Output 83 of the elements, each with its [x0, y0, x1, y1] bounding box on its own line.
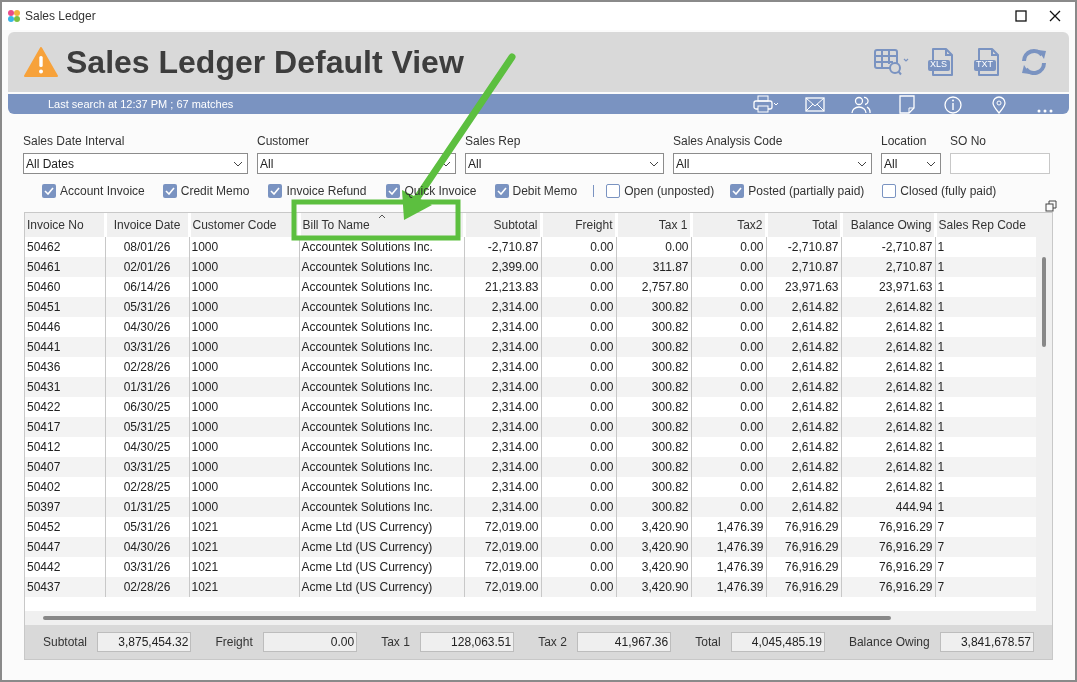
location-pin-icon[interactable] — [989, 94, 1009, 114]
check-icon — [496, 187, 507, 195]
table-cell: 76,916.29 — [766, 577, 841, 597]
app-logo-icon — [6, 8, 22, 24]
column-header[interactable]: Invoice Date — [105, 213, 189, 237]
info-icon[interactable] — [943, 94, 963, 114]
table-cell: 3,420.90 — [616, 577, 691, 597]
table-cell: 1,476.39 — [691, 577, 766, 597]
restore-layout-icon[interactable] — [1045, 200, 1057, 212]
table-cell: 0.00 — [541, 577, 616, 597]
filter-label: Sales Date Interval — [23, 133, 126, 150]
filter-label: Location — [881, 133, 928, 150]
checkbox[interactable]: Credit Memo — [162, 182, 250, 200]
column-header[interactable]: Total — [766, 213, 841, 237]
total-label: Tax 1 — [381, 634, 410, 651]
dropdown[interactable]: All — [257, 153, 456, 174]
column-header[interactable]: Balance Owing — [841, 213, 935, 237]
total-value-field: 128,063.51 — [419, 632, 515, 652]
close-icon[interactable] — [1049, 10, 1061, 22]
total-value-field: 0.00 — [262, 632, 358, 652]
total-label: Total — [695, 634, 721, 651]
window-title: Sales Ledger — [25, 8, 96, 25]
column-header[interactable]: Freight — [541, 213, 616, 237]
filter-label: Sales Rep — [465, 133, 522, 150]
dropdown[interactable]: All — [881, 153, 941, 174]
dropdown[interactable]: All — [673, 153, 872, 174]
filter-label: SO No — [950, 133, 987, 150]
column-header[interactable]: Customer Code — [189, 213, 299, 237]
column-header[interactable]: Sales Rep Code — [935, 213, 1037, 237]
chevron-down-icon — [649, 160, 659, 167]
total-value-field: 3,875,454.32 — [97, 632, 192, 652]
checkbox[interactable]: Posted (partially paid) — [730, 182, 865, 200]
column-header[interactable]: Subtotal — [464, 213, 541, 237]
checkbox[interactable]: Closed (fully paid) — [882, 182, 997, 200]
chevron-down-icon — [441, 160, 451, 167]
chevron-down-icon — [233, 160, 243, 167]
check-icon — [164, 187, 175, 195]
printer-icon[interactable] — [753, 94, 779, 114]
check-icon — [388, 187, 399, 195]
note-icon[interactable] — [897, 94, 917, 114]
total-value-field: 4,045,485.19 — [730, 632, 825, 652]
column-header[interactable]: Bill To Name — [299, 213, 464, 237]
column-header[interactable]: Tax2 — [691, 213, 766, 237]
table-cell: Acme Ltd (US Currency) — [299, 577, 464, 597]
total-label: Subtotal — [43, 634, 88, 651]
checkbox[interactable]: Invoice Refund — [268, 182, 367, 200]
total-label: Freight — [215, 634, 253, 651]
total-value-field: 41,967.36 — [576, 632, 672, 652]
dropdown[interactable]: All — [465, 153, 664, 174]
search-status-text: Last search at 12:37 PM ; 67 matches — [48, 96, 234, 112]
total-value-field: 3,841,678.57 — [939, 632, 1034, 652]
mail-icon[interactable] — [805, 94, 825, 114]
column-header[interactable]: Tax 1 — [616, 213, 691, 237]
total-label: Tax 2 — [538, 634, 567, 651]
maximize-icon[interactable] — [1015, 10, 1027, 22]
sort-ascending-icon — [377, 214, 386, 219]
total-label: Balance Owing — [848, 634, 930, 651]
chevron-down-icon — [926, 160, 936, 167]
table-cell: 02/28/26 — [105, 577, 189, 597]
check-icon — [270, 187, 281, 195]
input-field[interactable] — [950, 153, 1050, 174]
people-icon[interactable] — [851, 94, 871, 114]
filter-label: Customer — [257, 133, 310, 150]
checkbox[interactable]: Debit Memo — [494, 182, 578, 200]
table-cell: 76,916.29 — [841, 577, 935, 597]
table-cell: 72,019.00 — [464, 577, 541, 597]
chevron-down-icon — [857, 160, 867, 167]
file-icon — [927, 47, 955, 77]
table-cell: 1021 — [189, 577, 299, 597]
checkbox[interactable]: Open (unposted) — [606, 182, 715, 200]
page-title: Sales Ledger Default View — [66, 43, 464, 82]
checkbox[interactable]: Account Invoice — [42, 182, 145, 200]
check-icon — [44, 187, 54, 195]
warning-icon — [24, 47, 58, 77]
filter-label: Sales Analysis Code — [673, 133, 784, 150]
dropdown[interactable]: All Dates — [23, 153, 248, 174]
column-header[interactable]: Invoice No — [25, 213, 105, 237]
table-cell: 50437 — [25, 577, 105, 597]
refresh-icon[interactable] — [1019, 47, 1049, 77]
horizontal-scrollbar[interactable] — [25, 611, 1052, 625]
table-search-icon[interactable] — [873, 47, 909, 77]
file-icon — [973, 47, 1001, 77]
check-icon — [732, 187, 743, 195]
